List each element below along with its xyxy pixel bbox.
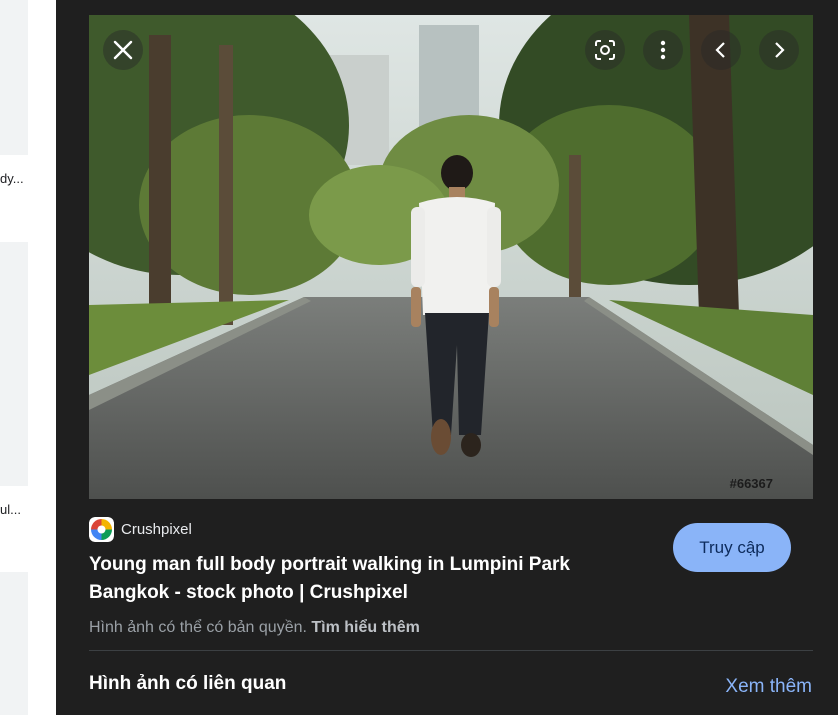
- photo-watermark-id: #66367: [729, 476, 773, 491]
- park-photo-illustration: [89, 15, 813, 499]
- chevron-right-icon: [775, 42, 785, 58]
- lens-icon: [595, 40, 615, 60]
- chevron-left-icon: [715, 42, 725, 58]
- learn-more-link[interactable]: Tìm hiểu thêm: [311, 619, 419, 636]
- close-icon: [113, 40, 133, 60]
- related-images-heading: Hình ảnh có liên quan: [89, 673, 287, 694]
- next-image-button[interactable]: [759, 30, 799, 70]
- copyright-notice: Hình ảnh có thể có bản quyền. Tìm hiểu t…: [89, 619, 420, 637]
- previous-image-button[interactable]: [701, 30, 741, 70]
- image-viewer-panel: #66367 Crushpixel Young man full body po…: [56, 0, 838, 715]
- result-thumbnail[interactable]: [0, 0, 28, 155]
- source-site[interactable]: Crushpixel: [89, 517, 192, 542]
- close-button[interactable]: [103, 30, 143, 70]
- divider: [89, 650, 813, 651]
- preview-image[interactable]: #66367: [89, 15, 813, 499]
- search-results-strip: dy... ul...: [0, 0, 56, 715]
- more-options-button[interactable]: [643, 30, 683, 70]
- source-name[interactable]: Crushpixel: [121, 521, 192, 538]
- lens-search-button[interactable]: [585, 30, 625, 70]
- crushpixel-logo-icon: [89, 517, 114, 542]
- more-vert-icon: [660, 40, 666, 60]
- see-more-link[interactable]: Xem thêm: [725, 676, 812, 698]
- result-thumbnail[interactable]: [0, 572, 28, 715]
- visit-button[interactable]: Truy cập: [673, 523, 791, 572]
- result-thumbnail[interactable]: [0, 242, 28, 486]
- copyright-text: Hình ảnh có thể có bản quyền.: [89, 619, 307, 636]
- result-caption[interactable]: dy...: [0, 171, 24, 186]
- image-title[interactable]: Young man full body portrait walking in …: [89, 551, 609, 607]
- result-caption[interactable]: ul...: [0, 502, 24, 517]
